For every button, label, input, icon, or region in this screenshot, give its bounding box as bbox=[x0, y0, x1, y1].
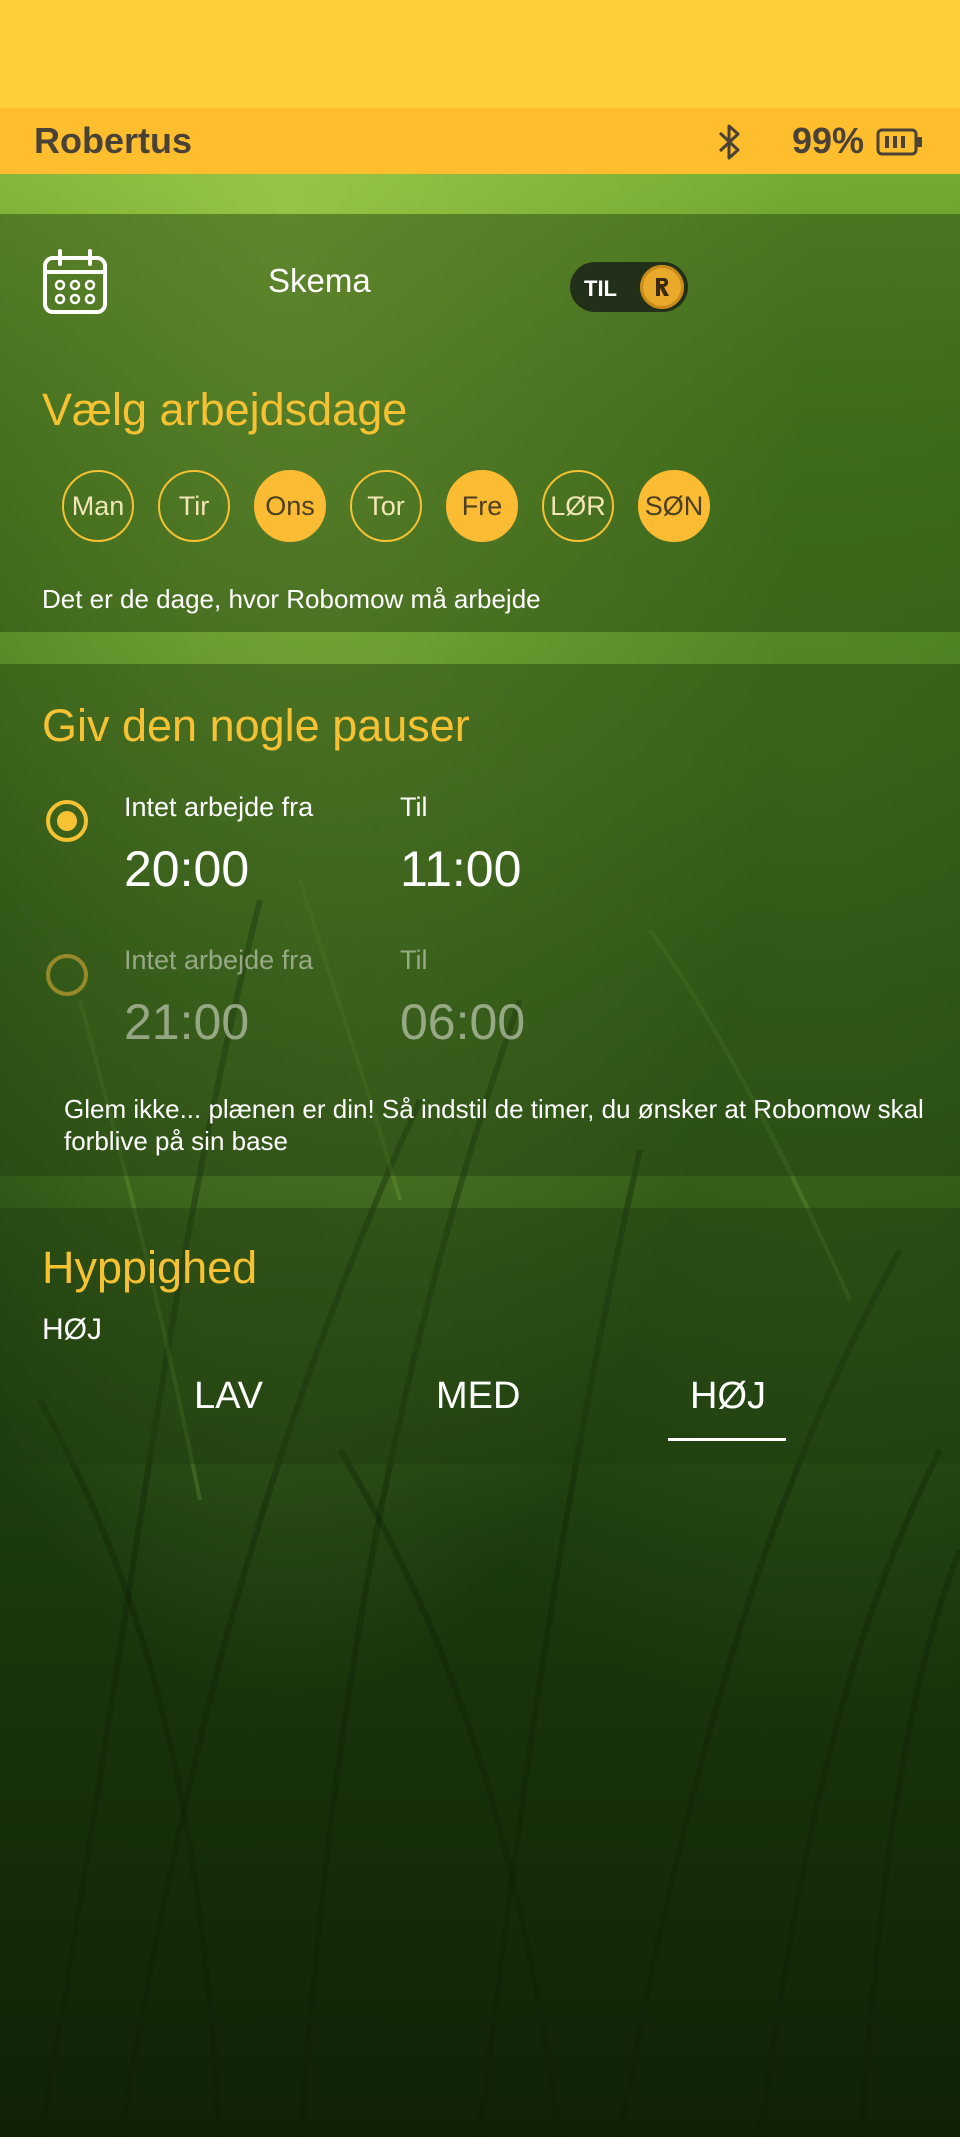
day-mon[interactable]: Man bbox=[62, 470, 134, 542]
day-wed[interactable]: Ons bbox=[254, 470, 326, 542]
workdays-title: Vælg arbejdsdage bbox=[42, 384, 408, 435]
frequency-option-high[interactable]: HØJ bbox=[690, 1375, 766, 1418]
robomow-logo-icon bbox=[640, 265, 684, 309]
day-sun[interactable]: SØN bbox=[638, 470, 710, 542]
break-2-from-time[interactable]: 21:00 bbox=[124, 993, 249, 1051]
app-header: Robertus 99% bbox=[0, 108, 960, 174]
break-2-to-time[interactable]: 06:00 bbox=[400, 993, 525, 1051]
break-2-to-label: Til bbox=[400, 945, 428, 975]
schedule-label: Skema bbox=[268, 262, 371, 299]
frequency-option-med[interactable]: MED bbox=[436, 1375, 520, 1418]
break-2-from-label: Intet arbejde fra bbox=[124, 945, 314, 975]
frequency-selected-indicator bbox=[668, 1438, 786, 1441]
calendar-icon bbox=[43, 249, 107, 314]
day-thu[interactable]: Tor bbox=[350, 470, 422, 542]
bluetooth-icon bbox=[718, 124, 740, 160]
break-1-from-time[interactable]: 20:00 bbox=[124, 840, 249, 898]
battery-percent: 99% bbox=[792, 120, 865, 161]
break-1-from-label: Intet arbejde fra bbox=[124, 792, 314, 822]
day-fri[interactable]: Fre bbox=[446, 470, 518, 542]
break-1-to-time[interactable]: 11:00 bbox=[400, 840, 521, 898]
day-tue[interactable]: Tir bbox=[158, 470, 230, 542]
day-sat[interactable]: LØR bbox=[542, 470, 614, 542]
app-title: Robertus bbox=[34, 120, 193, 161]
break-1-radio[interactable] bbox=[46, 800, 88, 842]
battery-icon bbox=[876, 128, 922, 156]
frequency-current: HØJ bbox=[42, 1313, 102, 1346]
system-status-bar bbox=[0, 0, 960, 108]
frequency-option-low[interactable]: LAV bbox=[194, 1375, 263, 1418]
breaks-hint: Glem ikke... plænen er din! Så indstil d… bbox=[64, 1094, 924, 1156]
toggle-label: TIL bbox=[584, 276, 617, 301]
frequency-title: Hyppighed bbox=[42, 1242, 258, 1293]
break-2-radio[interactable] bbox=[46, 954, 88, 996]
workdays-hint: Det er de dage, hvor Robomow må arbejde bbox=[42, 584, 541, 614]
breaks-title: Giv den nogle pauser bbox=[42, 700, 470, 751]
break-1-to-label: Til bbox=[400, 792, 428, 822]
schedule-toggle[interactable]: TIL bbox=[570, 262, 688, 312]
